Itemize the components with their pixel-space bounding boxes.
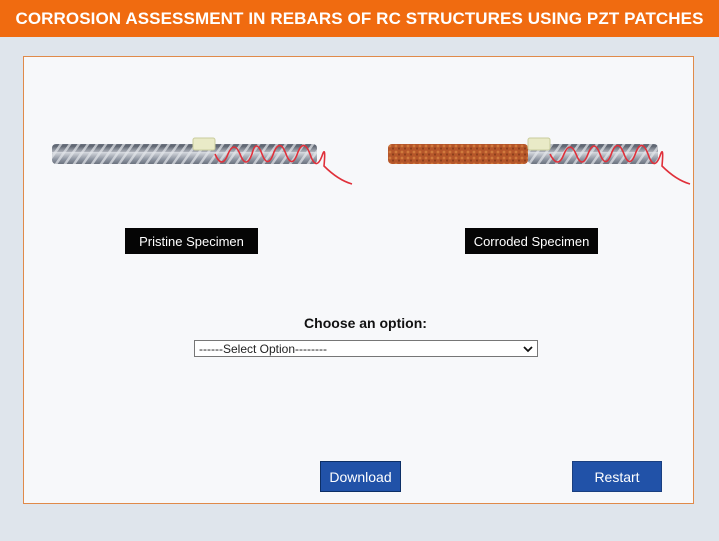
choose-option-prompt: Choose an option: xyxy=(304,315,427,331)
pristine-specimen-text: Pristine Specimen xyxy=(139,233,244,249)
option-select-value: ------Select Option-------- xyxy=(199,341,327,356)
option-select[interactable]: ------Select Option-------- xyxy=(194,340,538,357)
page-title: CORROSION ASSESSMENT IN REBARS OF RC STR… xyxy=(15,8,704,28)
corroded-specimen-label: Corroded Specimen xyxy=(465,228,598,254)
corroded-specimen-text: Corroded Specimen xyxy=(473,233,590,249)
pristine-rebar-image xyxy=(52,137,353,185)
chevron-down-icon xyxy=(523,345,533,352)
restart-button[interactable]: Restart xyxy=(572,461,662,492)
corroded-rebar-image xyxy=(388,137,691,185)
page-header: CORROSION ASSESSMENT IN REBARS OF RC STR… xyxy=(0,0,719,37)
download-button[interactable]: Download xyxy=(320,461,401,492)
pristine-specimen-label: Pristine Specimen xyxy=(125,228,258,254)
main-panel: Pristine Specimen Corroded Specimen Choo… xyxy=(23,56,694,504)
